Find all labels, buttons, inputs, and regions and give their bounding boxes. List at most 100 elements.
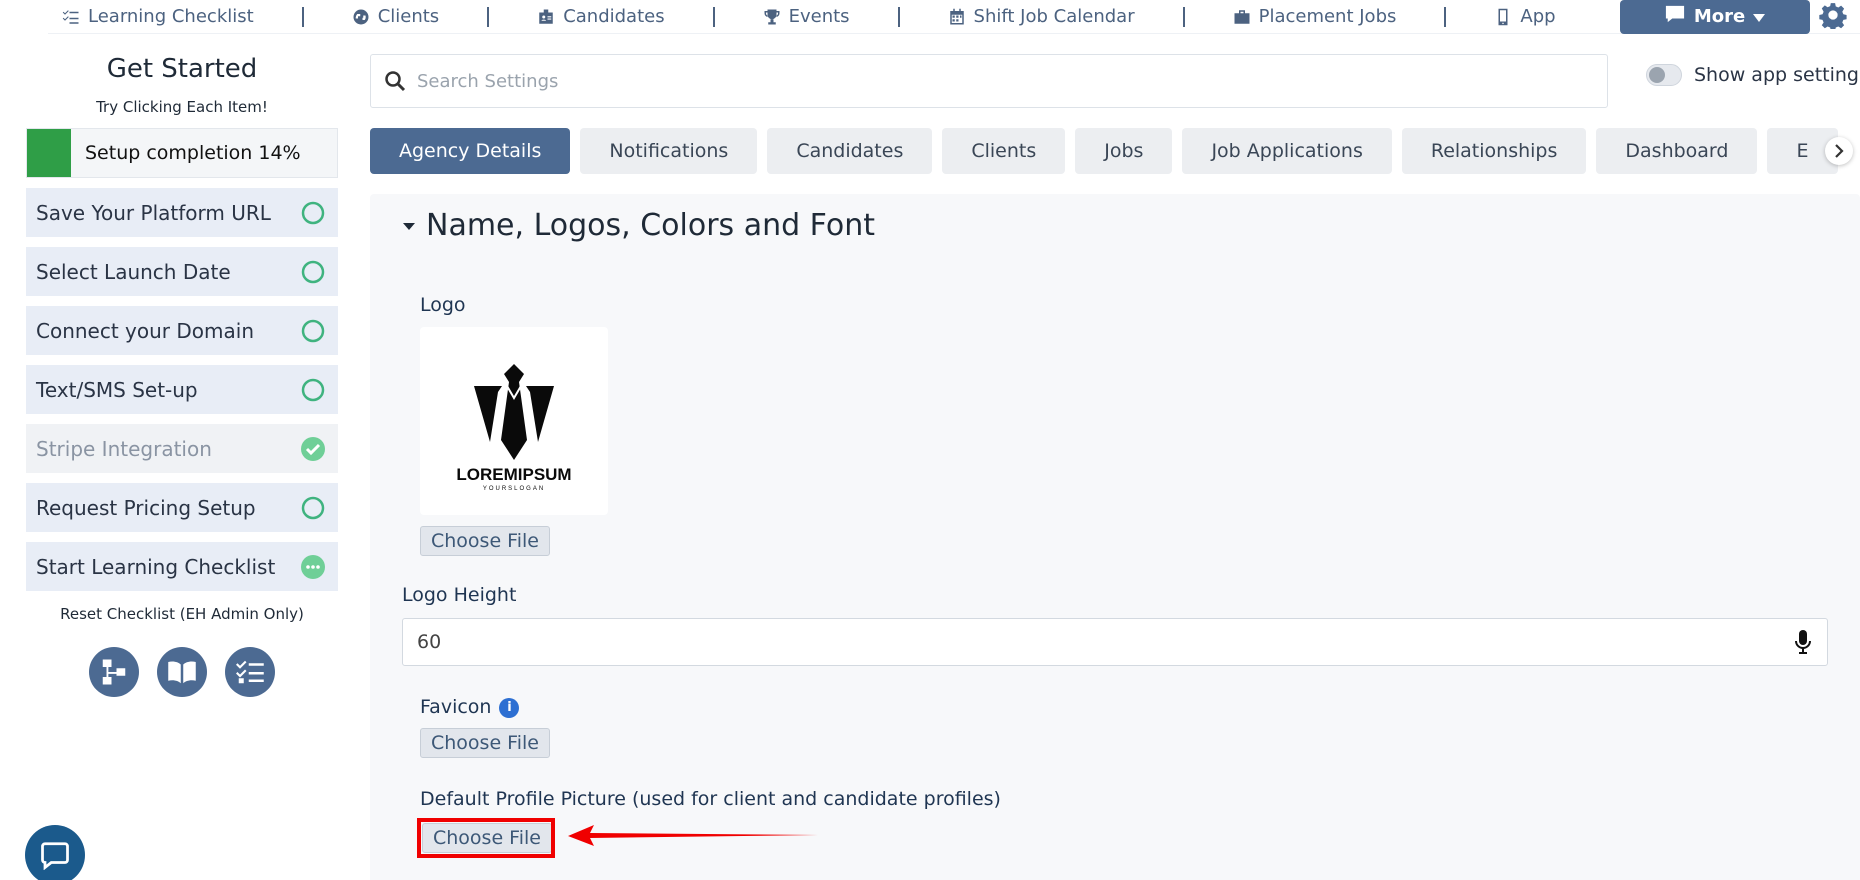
calendar-icon bbox=[948, 8, 966, 26]
more-menu-button[interactable]: More bbox=[1619, 0, 1810, 34]
favicon-choose-file-button[interactable]: Choose File bbox=[420, 728, 550, 758]
microphone-icon[interactable] bbox=[1793, 629, 1813, 655]
briefcase-icon bbox=[1233, 8, 1251, 26]
trophy-icon bbox=[763, 8, 781, 26]
task-label: Connect your Domain bbox=[36, 318, 254, 343]
search-input[interactable] bbox=[417, 70, 1567, 92]
show-app-settings-toggle[interactable] bbox=[1646, 64, 1682, 86]
checklist-icon bbox=[62, 8, 80, 26]
task-stripe-integration[interactable]: Stripe Integration bbox=[26, 424, 338, 473]
favicon-label: Favicon bbox=[420, 696, 492, 718]
nav-learning-checklist[interactable]: Learning Checklist bbox=[48, 0, 268, 34]
tab-relationships[interactable]: Relationships bbox=[1401, 128, 1587, 174]
check-circle-icon bbox=[301, 436, 325, 461]
reset-checklist-link[interactable]: Reset Checklist (EH Admin Only) bbox=[26, 605, 338, 623]
tab-jobs[interactable]: Jobs bbox=[1075, 128, 1173, 174]
checklist-icon bbox=[236, 660, 264, 684]
logo-label: Logo bbox=[420, 294, 466, 316]
more-label: More bbox=[1693, 6, 1746, 27]
empty-circle-icon bbox=[301, 496, 325, 519]
phone-icon bbox=[1494, 8, 1512, 26]
section-title: Name, Logos, Colors and Font bbox=[426, 208, 876, 243]
nav-clients[interactable]: Clients bbox=[338, 0, 454, 34]
logo-height-label: Logo Height bbox=[402, 584, 517, 606]
chat-bubble-icon bbox=[41, 842, 69, 870]
guide-book-button[interactable] bbox=[157, 647, 207, 697]
chat-launcher-button[interactable] bbox=[25, 825, 85, 880]
tabs-scroll-right-button[interactable] bbox=[1825, 137, 1853, 165]
task-label: Save Your Platform URL bbox=[36, 200, 271, 225]
info-icon[interactable]: i bbox=[499, 697, 520, 718]
section-header[interactable]: Name, Logos, Colors and Font bbox=[402, 208, 875, 243]
nav-events[interactable]: Events bbox=[749, 0, 864, 34]
tab-candidates[interactable]: Candidates bbox=[767, 128, 933, 174]
task-connect-domain[interactable]: Connect your Domain bbox=[26, 306, 338, 355]
sitemap-button[interactable] bbox=[89, 647, 139, 697]
task-start-learning-checklist[interactable]: Start Learning Checklist bbox=[26, 542, 338, 591]
favicon-field: Favicon i bbox=[420, 696, 520, 718]
tab-notifications[interactable]: Notifications bbox=[580, 128, 758, 174]
caret-down-icon bbox=[403, 222, 415, 230]
get-started-panel: Get Started Try Clicking Each Item! Setu… bbox=[26, 40, 338, 697]
nav-divider bbox=[1182, 6, 1185, 27]
nav-candidates[interactable]: Candidates bbox=[523, 0, 678, 34]
task-label: Select Launch Date bbox=[36, 259, 231, 284]
tab-clients[interactable]: Clients bbox=[942, 128, 1066, 174]
nav-label: Candidates bbox=[563, 6, 665, 27]
highlight-box bbox=[417, 818, 555, 858]
globe-icon bbox=[352, 8, 370, 26]
nav-label: App bbox=[1520, 6, 1556, 27]
nav-shift-job-calendar[interactable]: Shift Job Calendar bbox=[934, 0, 1149, 34]
brand-logo-image: LOREMIPSUM YOURSLOGAN bbox=[456, 364, 572, 492]
logo-wordmark: LOREMIPSUM bbox=[456, 465, 571, 484]
show-app-settings-label: Show app settings bbox=[1694, 64, 1860, 86]
empty-circle-icon bbox=[301, 378, 325, 401]
task-label: Stripe Integration bbox=[36, 436, 212, 461]
show-app-settings: Show app settings bbox=[1646, 64, 1860, 86]
chevron-right-icon bbox=[1835, 144, 1844, 158]
settings-tabs: Agency Details Notifications Candidates … bbox=[370, 128, 1860, 174]
caret-down-icon bbox=[1753, 6, 1766, 27]
settings-button[interactable] bbox=[1818, 2, 1848, 32]
sitemap-icon bbox=[102, 659, 126, 685]
empty-circle-icon bbox=[301, 260, 325, 283]
task-request-pricing-setup[interactable]: Request Pricing Setup bbox=[26, 483, 338, 532]
checklist-button[interactable] bbox=[225, 647, 275, 697]
red-arrow-annotation bbox=[568, 825, 818, 846]
nav-label: Learning Checklist bbox=[88, 6, 254, 27]
open-book-icon bbox=[168, 661, 196, 684]
setup-progress-bar: Setup completion 14% bbox=[26, 128, 338, 178]
nav-placement-jobs[interactable]: Placement Jobs bbox=[1219, 0, 1411, 34]
search-icon bbox=[385, 71, 406, 92]
logo-slogan: YOURSLOGAN bbox=[483, 486, 545, 492]
nav-divider bbox=[1444, 6, 1447, 27]
task-label: Start Learning Checklist bbox=[36, 554, 276, 579]
task-label: Text/SMS Set-up bbox=[36, 377, 198, 402]
nav-app[interactable]: App bbox=[1480, 0, 1569, 34]
task-save-platform-url[interactable]: Save Your Platform URL bbox=[26, 188, 338, 237]
logo-height-input[interactable]: 60 bbox=[402, 618, 1828, 666]
nav-label: Events bbox=[788, 6, 850, 27]
tab-job-applications[interactable]: Job Applications bbox=[1182, 128, 1392, 174]
top-navigation: Learning Checklist Clients Candidates Ev… bbox=[48, 0, 1860, 34]
logo-preview: LOREMIPSUM YOURSLOGAN bbox=[420, 327, 608, 515]
task-select-launch-date[interactable]: Select Launch Date bbox=[26, 247, 338, 296]
logo-height-value: 60 bbox=[417, 631, 442, 653]
empty-circle-icon bbox=[301, 319, 325, 342]
progress-label: Setup completion 14% bbox=[85, 142, 301, 164]
nav-divider bbox=[712, 6, 715, 27]
nav-divider bbox=[301, 6, 304, 27]
nav-divider bbox=[897, 6, 900, 27]
nav-label: Shift Job Calendar bbox=[973, 6, 1135, 27]
ellipsis-circle-icon bbox=[301, 554, 325, 579]
settings-search bbox=[370, 54, 1608, 108]
logo-choose-file-button[interactable]: Choose File bbox=[420, 526, 550, 556]
id-badge-icon bbox=[537, 8, 555, 26]
gear-icon bbox=[1818, 1, 1847, 33]
tab-agency-details[interactable]: Agency Details bbox=[370, 128, 571, 174]
quick-actions bbox=[26, 647, 338, 697]
tab-dashboard[interactable]: Dashboard bbox=[1596, 128, 1758, 174]
nav-label: Placement Jobs bbox=[1258, 6, 1397, 27]
task-text-sms-setup[interactable]: Text/SMS Set-up bbox=[26, 365, 338, 414]
nav-divider bbox=[487, 6, 490, 27]
